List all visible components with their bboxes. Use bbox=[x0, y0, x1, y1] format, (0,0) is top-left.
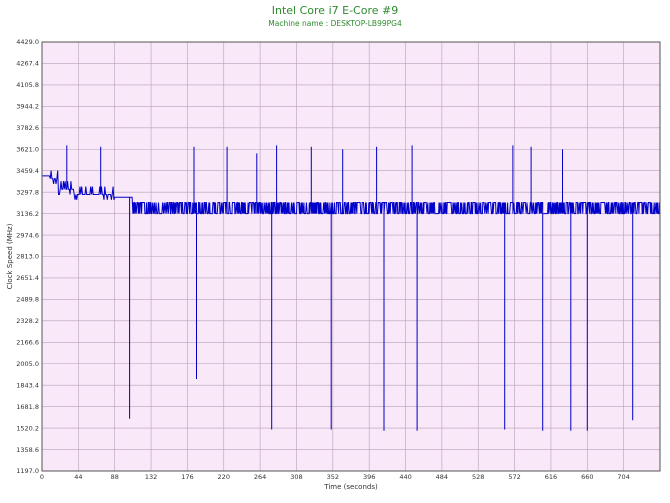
x-tick-label: 660 bbox=[581, 473, 593, 481]
x-tick-label: 352 bbox=[327, 473, 339, 481]
x-tick-label: 176 bbox=[181, 473, 193, 481]
y-tick-label: 1681.8 bbox=[16, 403, 39, 411]
x-tick-label: 308 bbox=[290, 473, 302, 481]
y-tick-label: 3136.2 bbox=[16, 210, 39, 218]
x-tick-label: 396 bbox=[363, 473, 375, 481]
y-tick-label: 2328.2 bbox=[16, 317, 39, 325]
y-axis-ticks: 1197.0 1358.6 1520.2 1681.8 1843.4 2005.0 2166… bbox=[16, 38, 39, 475]
x-tick-label: 528 bbox=[472, 473, 484, 481]
y-tick-label: 2813.0 bbox=[16, 253, 39, 261]
y-tick-label: 1843.4 bbox=[16, 381, 39, 389]
y-tick-label: 3459.4 bbox=[16, 167, 39, 175]
x-tick-label: 88 bbox=[111, 473, 119, 481]
y-tick-label: 2974.6 bbox=[16, 231, 39, 239]
x-tick-label: 484 bbox=[436, 473, 448, 481]
x-tick-label: 616 bbox=[545, 473, 557, 481]
x-axis-ticks: 0 44 88 132 176 220 264 308 352 396 440 484 528 572 61… bbox=[40, 473, 630, 481]
y-tick-label: 2005.0 bbox=[16, 360, 39, 368]
y-tick-label: 3621.0 bbox=[16, 145, 39, 153]
y-tick-label: 2489.8 bbox=[16, 296, 39, 304]
x-tick-label: 0 bbox=[40, 473, 44, 481]
grid-lines bbox=[41, 41, 660, 472]
x-tick-label: 440 bbox=[399, 473, 411, 481]
y-tick-label: 4429.0 bbox=[16, 38, 39, 46]
y-axis-label: Clock Speed (MHz) bbox=[6, 223, 14, 289]
x-tick-label: 44 bbox=[74, 473, 82, 481]
y-tick-label: 2651.4 bbox=[16, 274, 39, 282]
y-tick-label: 1520.2 bbox=[16, 424, 39, 432]
y-tick-label: 4267.4 bbox=[16, 60, 39, 68]
y-tick-label: 3782.6 bbox=[16, 124, 39, 132]
y-tick-label: 2166.6 bbox=[16, 339, 39, 347]
x-tick-label: 264 bbox=[254, 473, 266, 481]
x-axis-label: Time (seconds) bbox=[323, 483, 378, 491]
y-tick-label: 4105.8 bbox=[16, 81, 39, 89]
line-chart: 1197.0 1358.6 1520.2 1681.8 1843.4 2005.0 2166… bbox=[6, 38, 661, 491]
y-tick-label: 1197.0 bbox=[16, 467, 39, 475]
y-tick-label: 3297.8 bbox=[16, 188, 39, 196]
y-tick-label: 3944.2 bbox=[16, 103, 39, 111]
x-tick-label: 220 bbox=[218, 473, 230, 481]
x-tick-label: 132 bbox=[145, 473, 157, 481]
x-tick-label: 704 bbox=[617, 473, 629, 481]
y-tick-label: 1358.6 bbox=[16, 446, 39, 454]
x-tick-label: 572 bbox=[508, 473, 520, 481]
